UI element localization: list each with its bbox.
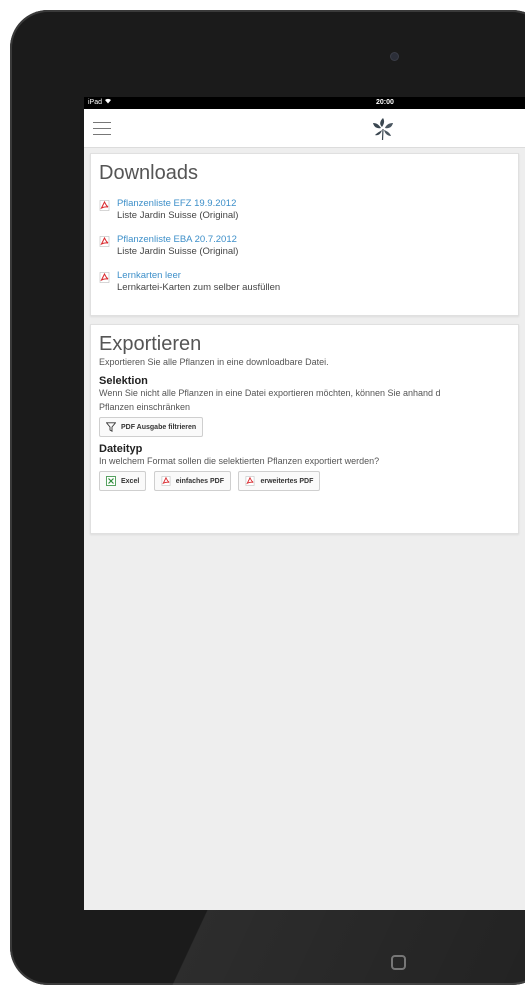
pdf-file-icon xyxy=(161,476,171,486)
export-simple-pdf-button[interactable]: einfaches PDF xyxy=(153,471,231,491)
status-time: 20:00 xyxy=(376,99,394,106)
download-link-lernkarten[interactable]: Lernkarten leer xyxy=(117,270,510,282)
download-description: Lernkartei-Karten zum selber ausfüllen xyxy=(117,282,281,293)
filter-pdf-button[interactable]: PDF Ausgabe filtrieren xyxy=(99,417,204,437)
simple-pdf-button-label: einfaches PDF xyxy=(175,477,224,485)
pdf-file-icon xyxy=(99,272,110,283)
export-title: Exportieren xyxy=(99,333,202,355)
status-bar: iPad 20:00 xyxy=(84,97,525,109)
filetype-title: Dateityp xyxy=(99,443,143,455)
camera-icon xyxy=(391,53,398,60)
filter-button-label: PDF Ausgabe filtrieren xyxy=(121,423,197,431)
download-description: Liste Jardin Suisse (Original) xyxy=(117,210,239,221)
download-item: Pflanzenliste EFZ 19.9.2012 Liste Jardin… xyxy=(99,198,510,222)
app-screen: iPad 20:00 Downloads Pflanzenliste EFZ 1… xyxy=(84,97,525,910)
downloads-title: Downloads xyxy=(99,162,198,184)
pdf-file-icon xyxy=(99,236,110,247)
download-item: Pflanzenliste EBA 20.7.2012 Liste Jardin… xyxy=(99,234,510,258)
pdf-file-icon xyxy=(246,476,255,486)
download-item: Lernkarten leer Lernkartei-Karten zum se… xyxy=(99,270,510,294)
download-link-efz[interactable]: Pflanzenliste EFZ 19.9.2012 xyxy=(117,198,510,210)
filetype-text: In welchem Format sollen die selektierte… xyxy=(99,456,380,466)
plant-leaves-logo-icon[interactable] xyxy=(369,116,397,142)
export-intro: Exportieren Sie alle Pflanzen in eine do… xyxy=(99,357,329,367)
download-link-eba[interactable]: Pflanzenliste EBA 20.7.2012 xyxy=(117,234,510,246)
wifi-icon xyxy=(104,97,112,109)
device-name: iPad xyxy=(88,99,103,106)
excel-button-label: Excel xyxy=(121,477,140,485)
excel-file-icon xyxy=(106,476,116,486)
export-extended-pdf-button[interactable]: erweitertes PDF xyxy=(238,471,321,491)
selection-text: Wenn Sie nicht alle Pflanzen in eine Dat… xyxy=(99,388,441,398)
navbar xyxy=(84,109,525,148)
export-card: Exportieren Exportieren Sie alle Pflanze… xyxy=(90,324,519,534)
filter-funnel-icon xyxy=(106,422,116,432)
home-button[interactable] xyxy=(391,955,406,970)
download-description: Liste Jardin Suisse (Original) xyxy=(117,246,239,257)
pdf-file-icon xyxy=(99,200,110,211)
export-excel-button[interactable]: Excel xyxy=(99,471,147,491)
downloads-card: Downloads Pflanzenliste EFZ 19.9.2012 Li… xyxy=(90,153,519,316)
hamburger-menu-icon[interactable] xyxy=(93,122,111,135)
selection-text: Pflanzen einschränken xyxy=(99,402,191,412)
extended-pdf-button-label: erweitertes PDF xyxy=(260,477,314,485)
selection-title: Selektion xyxy=(99,375,148,387)
